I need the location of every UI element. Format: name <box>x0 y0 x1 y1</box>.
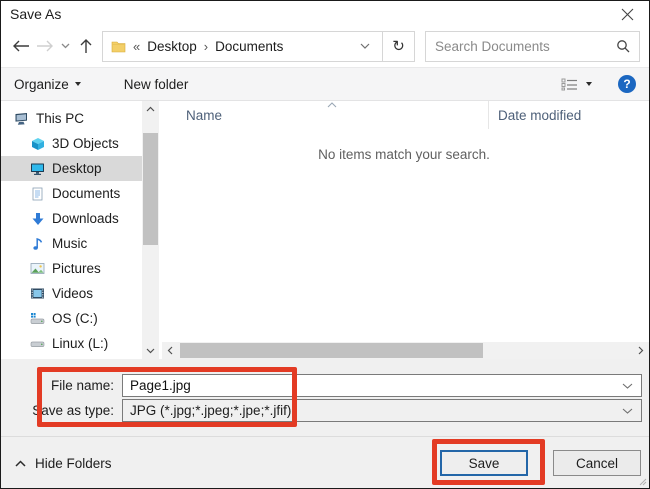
scroll-thumb[interactable] <box>180 343 483 358</box>
sidebar-item-3d-objects[interactable]: 3D Objects <box>1 131 142 156</box>
column-headers: Name Date modified <box>159 101 649 129</box>
sidebar-item-label: 3D Objects <box>52 136 119 151</box>
sidebar-item-label: Music <box>52 236 87 251</box>
breadcrumb[interactable]: « Desktop › Documents <box>103 32 382 61</box>
cube-icon <box>30 137 45 151</box>
search-input[interactable] <box>435 39 616 54</box>
empty-results-message: No items match your search. <box>159 147 649 162</box>
content-area: This PC 3D Objects Desktop Documents <box>1 101 649 359</box>
sidebar-item-linux-l[interactable]: Linux (L:) <box>1 331 142 356</box>
organize-button[interactable]: Organize <box>14 77 81 92</box>
sort-ascending-icon[interactable] <box>327 102 337 108</box>
close-icon[interactable] <box>617 4 637 24</box>
sidebar-item-this-pc[interactable]: This PC <box>1 106 142 131</box>
cancel-button[interactable]: Cancel <box>553 450 641 476</box>
help-icon[interactable]: ? <box>618 75 636 93</box>
breadcrumb-item-documents[interactable]: Documents <box>215 39 283 54</box>
monitor-icon <box>30 162 45 176</box>
save-as-dialog: Save As « Desktop › Documents <box>0 0 650 489</box>
drive-icon <box>30 337 45 351</box>
folder-icon <box>111 39 126 53</box>
horizontal-scrollbar[interactable] <box>162 342 649 359</box>
picture-icon <box>30 262 45 276</box>
sidebar-item-label: Downloads <box>52 211 119 226</box>
sidebar-item-label: Linux (L:) <box>52 336 108 351</box>
sidebar-item-pictures[interactable]: Pictures <box>1 256 142 281</box>
sidebar-item-music[interactable]: Music <box>1 231 142 256</box>
address-dropdown-chevron-icon[interactable] <box>356 43 374 49</box>
scroll-up-icon[interactable] <box>142 101 159 117</box>
save-button[interactable]: Save <box>440 450 528 476</box>
save-as-type-dropdown[interactable]: JPG (*.jpg;*.jpeg;*.jpe;*.jfif) <box>122 399 642 422</box>
sidebar-item-videos[interactable]: Videos <box>1 281 142 306</box>
file-name-combobox <box>122 374 642 397</box>
music-note-icon <box>30 237 45 251</box>
film-icon <box>30 287 45 301</box>
organize-label: Organize <box>14 77 69 92</box>
search-box <box>425 31 640 62</box>
new-folder-button[interactable]: New folder <box>124 77 189 92</box>
navigation-pane: This PC 3D Objects Desktop Documents <box>1 101 142 359</box>
computer-icon <box>14 112 29 126</box>
file-name-section: File name: Save as type: JPG (*.jpg;*.jp… <box>1 359 649 436</box>
sidebar-item-os-c[interactable]: OS (C:) <box>1 306 142 331</box>
download-arrow-icon <box>30 212 45 226</box>
sidebar-item-downloads[interactable]: Downloads <box>1 206 142 231</box>
breadcrumb-item-desktop[interactable]: Desktop <box>147 39 197 54</box>
sidebar-item-label: Pictures <box>52 261 101 276</box>
title-bar: Save As <box>1 1 649 25</box>
sidebar-item-label: Videos <box>52 286 93 301</box>
search-icon[interactable] <box>616 39 630 53</box>
save-as-type-label: Save as type: <box>1 403 122 418</box>
resize-grip[interactable] <box>639 478 647 486</box>
sidebar-item-label: OS (C:) <box>52 311 98 326</box>
scroll-right-icon[interactable] <box>633 346 649 355</box>
file-list-area: Name Date modified No items match your s… <box>159 101 649 359</box>
breadcrumb-overflow[interactable]: « <box>133 39 140 54</box>
forward-icon[interactable] <box>33 33 57 59</box>
scroll-left-icon[interactable] <box>162 346 178 355</box>
save-as-type-chevron-icon <box>622 408 633 414</box>
navigation-bar: « Desktop › Documents ↻ <box>1 25 649 67</box>
hide-folders-chevron-icon <box>15 460 26 467</box>
recent-locations-chevron-icon[interactable] <box>57 33 74 59</box>
sidebar-item-label: This PC <box>36 111 84 126</box>
command-toolbar: Organize New folder ? <box>1 67 649 101</box>
address-bar: « Desktop › Documents ↻ <box>102 31 415 62</box>
organize-caret-icon <box>75 82 81 86</box>
windows-drive-icon <box>30 312 45 326</box>
document-icon <box>30 187 45 201</box>
save-as-type-value: JPG (*.jpg;*.jpeg;*.jpe;*.jfif) <box>130 403 622 418</box>
hide-folders-button[interactable]: Hide Folders <box>15 456 112 471</box>
hide-folders-label: Hide Folders <box>35 456 112 471</box>
views-caret-icon[interactable] <box>586 82 592 86</box>
scroll-thumb[interactable] <box>143 133 158 245</box>
file-name-label: File name: <box>1 378 122 393</box>
column-header-date-modified[interactable]: Date modified <box>488 101 649 129</box>
dialog-footer: Hide Folders Save Cancel <box>1 436 649 489</box>
views-icon[interactable] <box>561 78 578 91</box>
back-icon[interactable] <box>9 33 33 59</box>
new-folder-label: New folder <box>124 77 189 92</box>
up-icon[interactable] <box>74 33 98 59</box>
sidebar-item-desktop[interactable]: Desktop <box>1 156 142 181</box>
file-name-input[interactable] <box>130 378 622 393</box>
scroll-down-icon[interactable] <box>142 343 159 359</box>
breadcrumb-separator: › <box>204 39 208 54</box>
file-name-dropdown-chevron-icon[interactable] <box>622 383 633 389</box>
sidebar-item-label: Documents <box>52 186 120 201</box>
refresh-icon[interactable]: ↻ <box>383 32 414 61</box>
column-header-name[interactable]: Name <box>159 108 488 123</box>
sidebar-scrollbar[interactable] <box>142 101 159 359</box>
dialog-title: Save As <box>10 6 61 22</box>
sidebar-item-label: Desktop <box>52 161 102 176</box>
sidebar-item-documents[interactable]: Documents <box>1 181 142 206</box>
